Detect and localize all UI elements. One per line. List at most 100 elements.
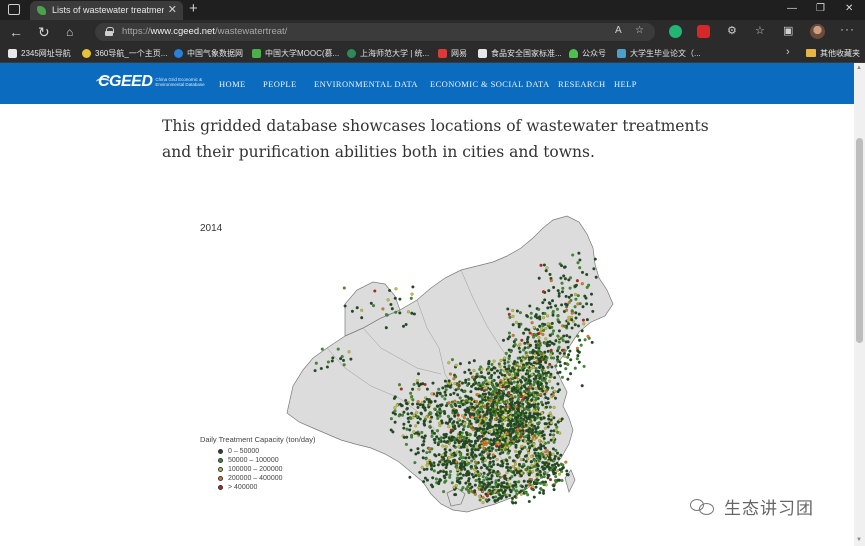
back-arrow-icon[interactable]: ←: [9, 24, 23, 40]
treatment-plant-point: [498, 493, 502, 497]
treatment-plant-point: [584, 296, 588, 300]
treatment-plant-point: [532, 412, 536, 416]
treatment-plant-point: [482, 431, 486, 435]
treatment-plant-point: [546, 365, 550, 369]
chevron-right-icon[interactable]: ›: [786, 46, 790, 58]
page-scrollbar[interactable]: ▲ ▼: [854, 63, 865, 546]
url-text[interactable]: https://www.cgeed.net/wastewatertreat/: [122, 26, 287, 37]
treatment-plant-point: [326, 360, 330, 364]
treatment-plant-point: [330, 359, 334, 363]
treatment-plant-point: [540, 400, 544, 404]
treatment-plant-point: [564, 460, 568, 464]
treatment-plant-point: [574, 292, 578, 296]
treatment-plant-point: [523, 445, 527, 449]
scrollbar-thumb[interactable]: [856, 138, 863, 343]
cgeed-logo[interactable]: CGEED China Grid Economic & Environmenta…: [96, 73, 205, 91]
bookmark-item[interactable]: 360导航_一个主页...: [82, 47, 167, 60]
treatment-plant-point: [526, 493, 530, 497]
reload-icon[interactable]: ↻: [38, 24, 50, 40]
treatment-plant-point: [561, 290, 565, 294]
treatment-plant-point: [539, 445, 543, 449]
window-menu-icon[interactable]: [8, 4, 20, 15]
wechat-watermark: 生态讲习团: [690, 494, 814, 519]
new-tab-button[interactable]: +: [189, 0, 198, 17]
treatment-plant-point: [467, 361, 471, 365]
nav-research[interactable]: RESEARCH: [558, 79, 606, 89]
treatment-plant-point: [537, 276, 541, 280]
treatment-plant-point: [504, 448, 508, 452]
nav-home[interactable]: HOME: [219, 79, 246, 89]
extension-icon[interactable]: [697, 25, 710, 38]
bookmark-item[interactable]: 网易: [438, 47, 467, 60]
treatment-plant-point: [585, 302, 589, 306]
treatment-plant-point: [590, 340, 594, 344]
collections-icon[interactable]: ▣: [783, 24, 793, 37]
treatment-plant-point: [536, 425, 540, 429]
treatment-plant-point: [502, 379, 506, 383]
treatment-plant-point: [488, 387, 492, 391]
treatment-plant-point: [561, 286, 565, 290]
bookmark-item[interactable]: 中国气象数据网: [174, 47, 243, 60]
treatment-plant-point: [478, 427, 482, 431]
treatment-plant-point: [574, 311, 578, 315]
treatment-plant-point: [479, 371, 483, 375]
treatment-plant-point: [541, 389, 545, 393]
grammarly-extension-icon[interactable]: [669, 25, 682, 38]
bookmark-item[interactable]: 公众号: [569, 47, 606, 60]
scroll-up-icon[interactable]: ▲: [856, 65, 862, 71]
treatment-plant-point: [547, 289, 551, 293]
treatment-plant-point: [548, 302, 552, 306]
minimize-icon[interactable]: —: [787, 3, 797, 14]
bookmark-item[interactable]: 大学生毕业论文（...: [617, 47, 701, 60]
treatment-plant-point: [521, 404, 525, 408]
treatment-plant-point: [571, 253, 575, 257]
treatment-plant-point: [523, 407, 527, 411]
nav-people[interactable]: PEOPLE: [263, 79, 297, 89]
browser-tab[interactable]: Lists of wastewater treatment in c ✕: [30, 1, 183, 20]
treatment-plant-point: [398, 311, 402, 315]
more-menu-icon[interactable]: ···: [840, 22, 855, 36]
treatment-plant-point: [436, 471, 440, 475]
lock-icon[interactable]: [105, 27, 114, 36]
treatment-plant-point: [536, 467, 540, 471]
treatment-plant-point: [538, 491, 542, 495]
close-window-icon[interactable]: ✕: [845, 3, 853, 14]
nav-economic-social-data[interactable]: ECONOMIC & SOCIAL DATA: [430, 79, 550, 89]
treatment-plant-point: [449, 470, 453, 474]
treatment-plant-point: [566, 377, 570, 381]
treatment-plant-point: [460, 445, 464, 449]
favorites-icon[interactable]: ☆: [755, 24, 765, 37]
close-tab-icon[interactable]: ✕: [168, 3, 177, 16]
treatment-plant-point: [508, 397, 512, 401]
treatment-plant-point: [543, 426, 547, 430]
treatment-plant-point: [558, 431, 562, 435]
folder-label: 其他收藏夹: [820, 49, 860, 58]
restore-icon[interactable]: ❐: [816, 3, 825, 14]
treatment-plant-point: [410, 311, 414, 315]
treatment-plant-point: [432, 469, 436, 473]
treatment-plant-point: [548, 433, 552, 437]
bookmark-item[interactable]: 上海师范大学 | 统...: [347, 47, 429, 60]
nav-environmental-data[interactable]: ENVIRONMENTAL DATA: [314, 79, 418, 89]
other-favorites-folder[interactable]: 其他收藏夹: [806, 48, 860, 59]
treatment-plant-point: [487, 446, 491, 450]
treatment-plant-point: [468, 433, 472, 437]
treatment-plant-point: [369, 301, 373, 305]
treatment-plant-point: [471, 407, 475, 411]
site-favicon-icon: [37, 6, 46, 15]
profile-avatar[interactable]: [810, 24, 825, 39]
bookmark-item[interactable]: 中国大学MOOC(慕...: [252, 47, 339, 60]
scroll-down-icon[interactable]: ▼: [856, 537, 862, 543]
read-aloud-icon[interactable]: A: [615, 25, 622, 36]
address-bar[interactable]: https://www.cgeed.net/wastewatertreat/ A…: [95, 23, 655, 41]
bookmark-item[interactable]: 食品安全国家标准...: [478, 47, 562, 60]
nav-help[interactable]: HELP: [614, 79, 637, 89]
extensions-puzzle-icon[interactable]: ⚙: [727, 24, 737, 37]
treatment-plant-point: [506, 391, 510, 395]
treatment-plant-point: [494, 479, 498, 483]
favorite-star-icon[interactable]: ☆: [635, 25, 644, 36]
bookmark-item[interactable]: 2345网址导航: [8, 47, 71, 60]
treatment-plant-point: [580, 384, 584, 388]
treatment-plant-point: [441, 386, 445, 390]
home-icon[interactable]: ⌂: [66, 24, 73, 40]
